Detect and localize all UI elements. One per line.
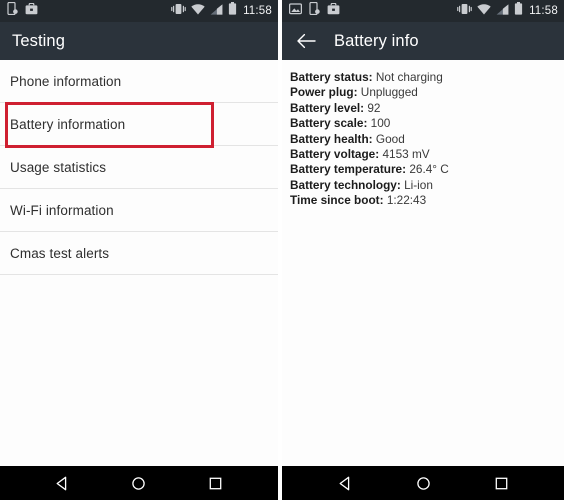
right-status-clock: 11:58	[529, 5, 558, 17]
work-briefcase-icon	[327, 2, 340, 20]
left-phone-screen: 11:58 Testing Phone information Battery …	[0, 0, 278, 500]
signal-icon	[496, 2, 509, 20]
testing-menu-list: Phone information Battery information Us…	[0, 60, 278, 275]
right-toolbar: Battery info	[282, 22, 564, 60]
right-phone-screen: 11:58 Battery info Battery status: Not c…	[282, 0, 564, 500]
dual-screenshot-container: 11:58 Testing Phone information Battery …	[0, 0, 564, 500]
usb-debug-icon	[7, 1, 18, 20]
info-label: Battery technology:	[290, 177, 401, 192]
info-value: 26.4° C	[409, 162, 449, 177]
info-row-battery-scale: Battery scale: 100	[290, 116, 564, 131]
battery-icon	[514, 2, 523, 20]
list-item-wifi-information[interactable]: Wi-Fi information	[0, 189, 278, 232]
signal-icon	[210, 2, 223, 20]
back-nav-button[interactable]	[328, 466, 362, 500]
right-status-bar: 11:58	[282, 0, 564, 22]
list-item-usage-statistics[interactable]: Usage statistics	[0, 146, 278, 189]
left-status-bar: 11:58	[0, 0, 278, 22]
left-status-notification-icons	[7, 1, 38, 20]
info-value: 92	[367, 100, 381, 115]
info-label: Battery health:	[290, 131, 373, 146]
info-value: Li-ion	[404, 177, 433, 192]
list-item-label: Battery information	[10, 116, 126, 132]
list-item-cmas-test-alerts[interactable]: Cmas test alerts	[0, 232, 278, 275]
left-page-title: Testing	[12, 31, 65, 50]
recents-nav-button[interactable]	[484, 466, 518, 500]
left-status-system-icons: 11:58	[171, 2, 272, 20]
vibrate-icon	[171, 2, 186, 20]
info-value: 4153 mV	[382, 147, 430, 162]
left-content-area: Phone information Battery information Us…	[0, 60, 278, 466]
recents-nav-button[interactable]	[199, 466, 233, 500]
wifi-icon	[191, 2, 205, 20]
right-content-area: Battery status: Not charging Power plug:…	[282, 60, 564, 466]
usb-debug-icon	[309, 1, 320, 20]
list-item-label: Usage statistics	[10, 159, 107, 175]
left-status-clock: 11:58	[243, 5, 272, 17]
home-nav-button[interactable]	[406, 466, 440, 500]
info-row-battery-temperature: Battery temperature: 26.4° C	[290, 162, 564, 177]
info-label: Battery voltage:	[290, 147, 380, 162]
list-item-label: Wi-Fi information	[10, 202, 114, 218]
info-row-battery-status: Battery status: Not charging	[290, 70, 564, 85]
list-item-battery-information[interactable]: Battery information	[0, 103, 278, 146]
info-value: Good	[375, 131, 405, 146]
right-status-notification-icons	[288, 1, 340, 20]
info-row-battery-technology: Battery technology: Li-ion	[290, 178, 564, 193]
battery-info-list: Battery status: Not charging Power plug:…	[282, 60, 564, 209]
info-row-time-since-boot: Time since boot: 1:22:43	[290, 193, 564, 208]
info-row-battery-level: Battery level: 92	[290, 101, 564, 116]
left-toolbar: Testing	[0, 22, 278, 60]
battery-icon	[228, 2, 237, 20]
list-item-label: Cmas test alerts	[10, 245, 110, 261]
left-navigation-bar	[0, 466, 278, 500]
info-value: Not charging	[375, 70, 443, 84]
right-navigation-bar	[282, 466, 564, 500]
info-value: 1:22:43	[386, 193, 427, 208]
info-label: Battery scale:	[290, 116, 368, 131]
info-label: Time since boot:	[290, 193, 384, 208]
info-value: 100	[370, 116, 391, 131]
info-label: Battery status:	[290, 70, 373, 84]
screenshot-image-icon	[288, 2, 303, 20]
right-page-title: Battery info	[334, 31, 419, 50]
list-item-phone-information[interactable]: Phone information	[0, 60, 278, 103]
list-item-label: Phone information	[10, 73, 122, 89]
info-row-power-plug: Power plug: Unplugged	[290, 85, 564, 100]
info-row-battery-voltage: Battery voltage: 4153 mV	[290, 147, 564, 162]
info-label: Battery temperature:	[290, 162, 407, 177]
info-label: Battery level:	[290, 100, 365, 115]
arrow-left-icon[interactable]	[294, 29, 318, 53]
home-nav-button[interactable]	[122, 466, 156, 500]
info-row-battery-health: Battery health: Good	[290, 132, 564, 147]
right-status-system-icons: 11:58	[457, 2, 558, 20]
info-value: Unplugged	[360, 85, 418, 100]
info-label: Power plug:	[290, 85, 358, 100]
work-briefcase-icon	[25, 2, 38, 20]
vibrate-icon	[457, 2, 472, 20]
back-nav-button[interactable]	[45, 466, 79, 500]
wifi-icon	[477, 2, 491, 20]
